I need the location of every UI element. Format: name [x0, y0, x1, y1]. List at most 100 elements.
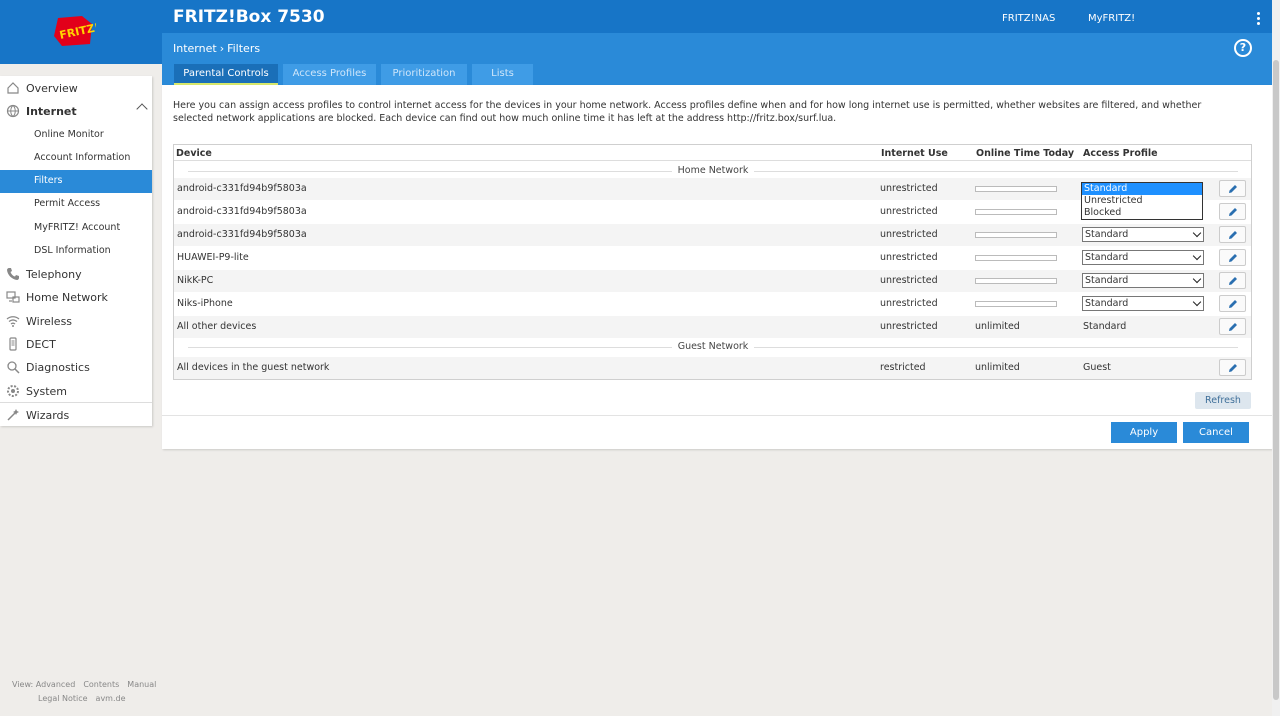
diagnostics-icon [7, 361, 20, 374]
internet-use: unrestricted [880, 183, 938, 194]
sidebar-item-label: Home Network [26, 291, 108, 304]
table-row: android-c331fd94b9f5803a unrestricted St… [174, 224, 1251, 246]
group-guest-network: Guest Network [188, 341, 1238, 353]
access-profile-select[interactable]: Standard [1082, 296, 1204, 311]
pencil-icon [1229, 208, 1237, 216]
selected-profile: Standard [1085, 275, 1129, 286]
internet-use: unrestricted [880, 275, 938, 286]
sidebar-item-home-network[interactable]: Home Network [0, 286, 152, 308]
internet-use: unrestricted [880, 252, 938, 263]
sidebar-item-dect[interactable]: DECT [0, 333, 152, 355]
group-home-network: Home Network [188, 165, 1238, 177]
scrollbar-thumb[interactable] [1273, 60, 1279, 700]
tab-parental-controls[interactable]: Parental Controls [174, 64, 278, 85]
sidebar-item-system[interactable]: System [0, 380, 152, 402]
device-name: android-c331fd94b9f5803a [177, 183, 307, 194]
pencil-icon [1229, 231, 1237, 239]
online-time: unlimited [975, 321, 1020, 332]
access-profile-select[interactable]: Standard [1082, 273, 1204, 288]
edit-button[interactable] [1219, 203, 1246, 220]
dropdown-option-unrestricted[interactable]: Unrestricted [1082, 195, 1202, 207]
help-icon[interactable]: ? [1234, 39, 1252, 57]
more-menu-icon[interactable] [1254, 12, 1262, 28]
edit-button[interactable] [1219, 180, 1246, 197]
device-name: android-c331fd94b9f5803a [177, 206, 307, 217]
sidebar-item-telephony[interactable]: Telephony [0, 263, 152, 285]
dropdown-option-standard[interactable]: Standard [1082, 183, 1202, 195]
access-profile-select[interactable]: Standard [1082, 227, 1204, 242]
sidebar-divider [0, 402, 152, 403]
sidebar-item-myfritz-account[interactable]: MyFRITZ! Account [0, 217, 152, 239]
manual-link[interactable]: Manual [127, 680, 156, 689]
edit-button[interactable] [1219, 226, 1246, 243]
sidebar-item-filters[interactable]: Filters [0, 170, 152, 193]
intro-text: Here you can assign access profiles to c… [173, 100, 1202, 124]
chevron-up-icon[interactable] [136, 103, 148, 115]
sidebar-item-label: DECT [26, 338, 56, 351]
chevron-down-icon [1192, 274, 1202, 284]
sidebar-item-permit-access[interactable]: Permit Access [0, 193, 152, 215]
fritznas-link[interactable]: FRITZ!NAS [1002, 13, 1055, 24]
sidebar-item-wireless[interactable]: Wireless [0, 310, 152, 332]
scrollbar[interactable] [1272, 0, 1280, 716]
sidebar-item-account-information[interactable]: Account Information [0, 147, 152, 169]
access-profile-select[interactable]: Standard [1082, 250, 1204, 265]
wizards-icon [7, 409, 19, 421]
myfritz-link[interactable]: MyFRITZ! [1088, 13, 1135, 24]
device-name: All other devices [177, 321, 257, 332]
online-time-bar [975, 301, 1057, 307]
group-label: Guest Network [671, 341, 755, 352]
sub-header: Internet › Filters ? Parental Controls Acc… [162, 33, 1272, 85]
apply-button[interactable]: Apply [1111, 422, 1177, 443]
column-header-device: Device [176, 148, 212, 159]
online-time: unlimited [975, 362, 1020, 373]
device-name: HUAWEI-P9-lite [177, 252, 249, 263]
system-icon [7, 385, 19, 397]
internet-use: unrestricted [880, 229, 938, 240]
edit-button[interactable] [1219, 249, 1246, 266]
pencil-icon [1229, 323, 1237, 331]
sidebar-item-dsl-information[interactable]: DSL Information [0, 240, 152, 262]
sidebar-item-label: Diagnostics [26, 361, 90, 374]
cancel-button[interactable]: Cancel [1183, 422, 1249, 443]
avm-link[interactable]: avm.de [96, 694, 126, 703]
sidebar: Overview Internet Online Monitor Account… [0, 76, 152, 426]
tab-prioritization[interactable]: Prioritization [381, 64, 467, 85]
devices-table: Device Internet Use Online Time Today Ac… [173, 144, 1252, 380]
sidebar-item-label: Filters [34, 175, 63, 186]
device-name: NikK-PC [177, 275, 214, 286]
sidebar-item-label: Wireless [26, 315, 73, 328]
sidebar-item-label: Account Information [34, 152, 131, 163]
edit-button[interactable] [1219, 359, 1246, 376]
edit-button[interactable] [1219, 272, 1246, 289]
sidebar-item-diagnostics[interactable]: Diagnostics [0, 356, 152, 378]
table-row: All devices in the guest network restric… [174, 357, 1251, 379]
footer-links-secondary: Legal Notice avm.de [38, 694, 134, 703]
view-advanced-link[interactable]: View: Advanced [12, 680, 75, 689]
sidebar-item-label: System [26, 385, 68, 398]
device-name: Niks-iPhone [177, 298, 233, 309]
online-time-bar [975, 209, 1057, 215]
access-profile-dropdown[interactable]: Standard Unrestricted Blocked [1081, 182, 1203, 220]
table-row: NikK-PC unrestricted Standard [174, 270, 1251, 292]
legal-notice-link[interactable]: Legal Notice [38, 694, 88, 703]
edit-button[interactable] [1219, 295, 1246, 312]
tab-lists[interactable]: Lists [472, 64, 533, 85]
sidebar-item-internet[interactable]: Internet [0, 100, 152, 122]
fritz-logo-icon[interactable]: FRITZ! [52, 14, 96, 48]
sidebar-item-label: Permit Access [34, 198, 101, 209]
dropdown-option-blocked[interactable]: Blocked [1082, 207, 1202, 219]
pencil-icon [1229, 185, 1237, 193]
sidebar-item-overview[interactable]: Overview [0, 77, 152, 99]
sidebar-item-wizards[interactable]: Wizards [0, 404, 152, 426]
sidebar-item-online-monitor[interactable]: Online Monitor [0, 124, 152, 146]
main-panel: Here you can assign access profiles to c… [162, 85, 1272, 449]
contents-link[interactable]: Contents [83, 680, 119, 689]
sidebar-item-label: Online Monitor [34, 129, 104, 140]
tab-access-profiles[interactable]: Access Profiles [283, 64, 376, 85]
online-time-bar [975, 232, 1057, 238]
refresh-button[interactable]: Refresh [1195, 392, 1251, 409]
breadcrumb-parent[interactable]: Internet [173, 42, 217, 55]
network-icon [6, 291, 20, 303]
edit-button[interactable] [1219, 318, 1246, 335]
